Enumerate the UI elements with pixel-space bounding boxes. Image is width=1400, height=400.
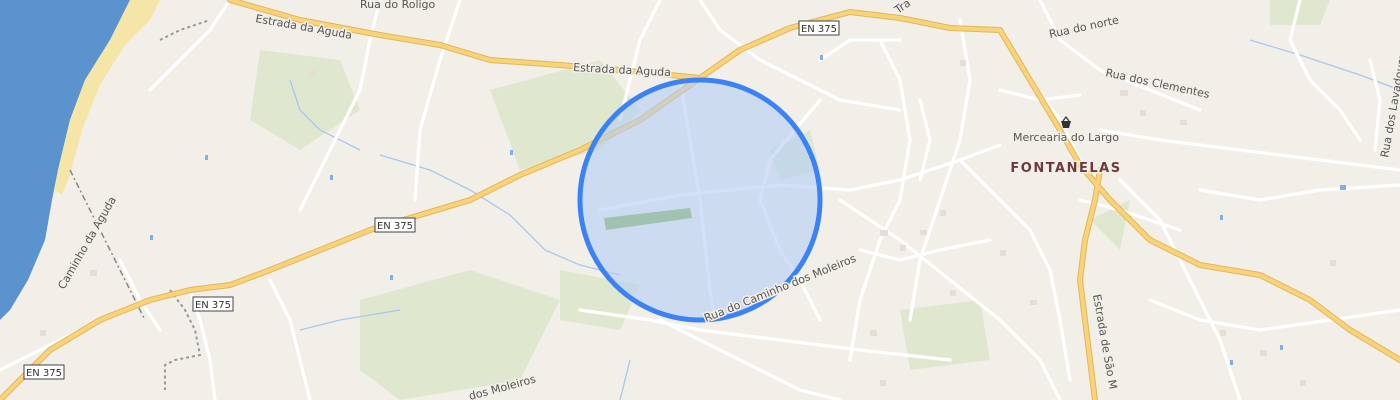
place-label-fontanelas: FONTANELAS bbox=[1010, 161, 1121, 176]
route-shield-en375-top: EN 375 bbox=[798, 20, 840, 36]
route-shield-en375-low: EN 375 bbox=[192, 296, 234, 312]
svg-text:EN 375: EN 375 bbox=[26, 368, 62, 379]
svg-text:EN 375: EN 375 bbox=[801, 24, 837, 35]
svg-text:EN 375: EN 375 bbox=[195, 300, 231, 311]
map-canvas[interactable]: EN 375 EN 375 EN 375 EN 375 Rua do Rolig… bbox=[0, 0, 1400, 400]
poi-label: Mercearia do Largo bbox=[1013, 131, 1119, 144]
street-label-rua-do-roligo: Rua do Roligo bbox=[360, 0, 436, 11]
route-shield-en375-mid: EN 375 bbox=[374, 217, 416, 233]
svg-text:EN 375: EN 375 bbox=[377, 221, 413, 232]
route-shield-en375-corner: EN 375 bbox=[23, 364, 65, 380]
